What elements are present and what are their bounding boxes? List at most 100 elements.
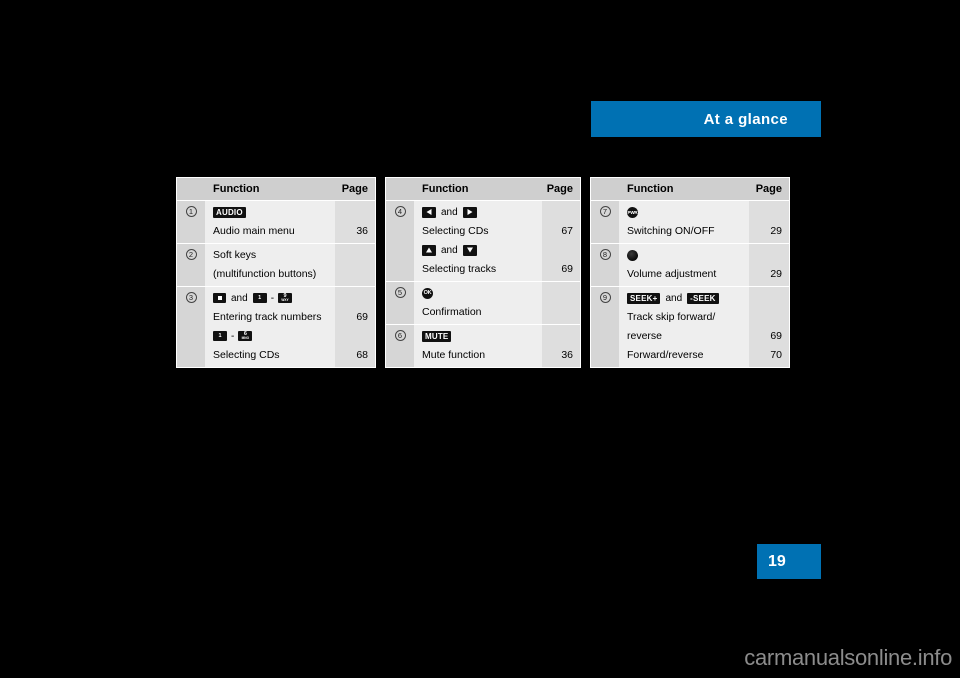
function-text: Forward/reverse [627, 348, 704, 361]
key-digit: 1 [218, 332, 222, 339]
key-1-icon: 1 [213, 331, 227, 341]
row-marker-cell: 6 [386, 325, 414, 367]
page-number-cell [335, 205, 368, 219]
row-marker-cell: 3 [177, 287, 205, 367]
key-audio-icon: AUDIO [213, 206, 246, 218]
page-number-cell: 69 [770, 329, 782, 342]
row-key-group: OK [422, 286, 536, 300]
function-text: reverse [627, 329, 663, 342]
key-star-icon [213, 293, 226, 303]
row-function-cell: SEEK+ and -SEEK Track skip forward/reverse F… [619, 287, 749, 367]
table-3: Function Page 7 PWR Switching ON/OFF 29 8 Volum… [590, 177, 790, 368]
row-function-cell: Soft keys (multifunction buttons) [205, 244, 335, 286]
function-text: (multifunction buttons) [213, 267, 317, 280]
page-number-cell: 68 [356, 348, 368, 361]
header-marker-cell [177, 178, 205, 200]
page-number-cell: 67 [561, 224, 573, 237]
row-page-cell: 29 [749, 244, 789, 286]
row-key-group: MUTE [422, 329, 536, 343]
function-text: Confirmation [422, 305, 482, 318]
table-row: 2 Soft keys (multifunction buttons) [177, 244, 375, 286]
key-arrow-up-icon [422, 244, 436, 256]
row-function-cell: MUTE Mute function [414, 325, 542, 367]
callout-number: 5 [394, 287, 406, 298]
key-arrow-down-icon [462, 244, 477, 256]
key-seek-icon: SEEK+ [627, 292, 661, 304]
row-marker-cell: 2 [177, 244, 205, 286]
row-marker-cell: 1 [177, 201, 205, 243]
and-connector: and [441, 244, 458, 256]
row-key-group: SEEK+ and -SEEK [627, 291, 743, 305]
callout-number: 7 [599, 206, 611, 217]
callout-number: 8 [599, 249, 611, 260]
document-page: At a glance Function Page 1 AUDIO Audio main… [0, 0, 960, 678]
page-number-cell: 36 [561, 348, 573, 361]
key-1-icon: 1 [252, 293, 267, 303]
row-page-cell [335, 244, 375, 286]
row-page-cell: 36 [335, 201, 375, 243]
range-dash: - [270, 292, 275, 304]
row-key-group: and 1 -9 WXY [213, 291, 329, 305]
callout-number: 1 [185, 206, 197, 217]
key-arrow-right-icon [462, 206, 477, 218]
row-marker-cell: 9 [591, 287, 619, 367]
function-text: Track skip forward/ [627, 310, 716, 323]
function-text: Selecting CDs [213, 348, 280, 361]
row-key-group: AUDIO [213, 205, 329, 219]
function-text: Switching ON/OFF [627, 224, 715, 237]
table-row: 5 OK Confirmation [386, 282, 580, 324]
page-number-cell [749, 205, 782, 219]
row-marker-cell: 4 [386, 201, 414, 281]
watermark: carmanualsonline.info [744, 645, 952, 670]
page-number-cell [749, 310, 782, 324]
table-row: 1 AUDIO Audio main menu 36 [177, 201, 375, 243]
row-key-group: 1 -6 MNO [213, 329, 329, 343]
key-glyph: 6 MNO [238, 331, 252, 341]
page-number-badge: 19 [757, 544, 821, 579]
page-number-cell [335, 248, 368, 262]
tables-container: Function Page 1 AUDIO Audio main menu 36 2 Soft… [176, 177, 790, 368]
row-page-cell: 29 [749, 201, 789, 243]
key-glyph: 1 [213, 331, 227, 341]
row-function-cell: AUDIO Audio main menu [205, 201, 335, 243]
function-text: Selecting CDs [422, 224, 489, 237]
header-function: Function [414, 178, 542, 200]
and-connector: and [441, 206, 458, 218]
row-page-cell: 69 68 [335, 287, 375, 367]
header-function: Function [619, 178, 749, 200]
table-row: 8 Volume adjustment 29 [591, 244, 789, 286]
row-marker-cell: 7 [591, 201, 619, 243]
key-digit: 1 [258, 294, 262, 301]
header-page: Page [542, 178, 580, 200]
key-glyph: 1 [253, 293, 267, 303]
function-text: Volume adjustment [627, 267, 717, 280]
row-function-cell: and Selecting CDs and Selecting tracks [414, 201, 542, 281]
row-page-cell: 36 [542, 325, 580, 367]
page-number-cell: 69 [561, 262, 573, 275]
key-6-icon: 6 MNO [238, 331, 253, 341]
row-key-group: and [422, 205, 536, 219]
header-function: Function [205, 178, 335, 200]
key-power-icon: PWR [627, 206, 638, 218]
row-function-cell: Volume adjustment [619, 244, 749, 286]
row-marker-cell: 8 [591, 244, 619, 286]
key-arrow-left-icon [422, 206, 436, 218]
star-glyph [217, 296, 222, 300]
page-number-cell [542, 329, 573, 343]
header-page: Page [335, 178, 375, 200]
function-text: Entering track numbers [213, 310, 322, 323]
key-mute-icon: MUTE [422, 330, 452, 342]
callout-number: 4 [394, 206, 406, 217]
callout-number: 3 [185, 292, 197, 303]
page-number-cell [542, 286, 573, 300]
row-key-group: and [422, 243, 536, 257]
row-page-cell [542, 282, 580, 324]
page-title: At a glance [703, 110, 788, 128]
table-header-row: Function Page [177, 178, 375, 200]
and-connector: and [665, 292, 683, 304]
table-row: 7 PWR Switching ON/OFF 29 [591, 201, 789, 243]
triangle-glyph [426, 247, 432, 253]
key-seek-icon: -SEEK [687, 292, 719, 304]
row-function-cell: OK Confirmation [414, 282, 542, 324]
row-page-cell: 67 69 [542, 201, 580, 281]
